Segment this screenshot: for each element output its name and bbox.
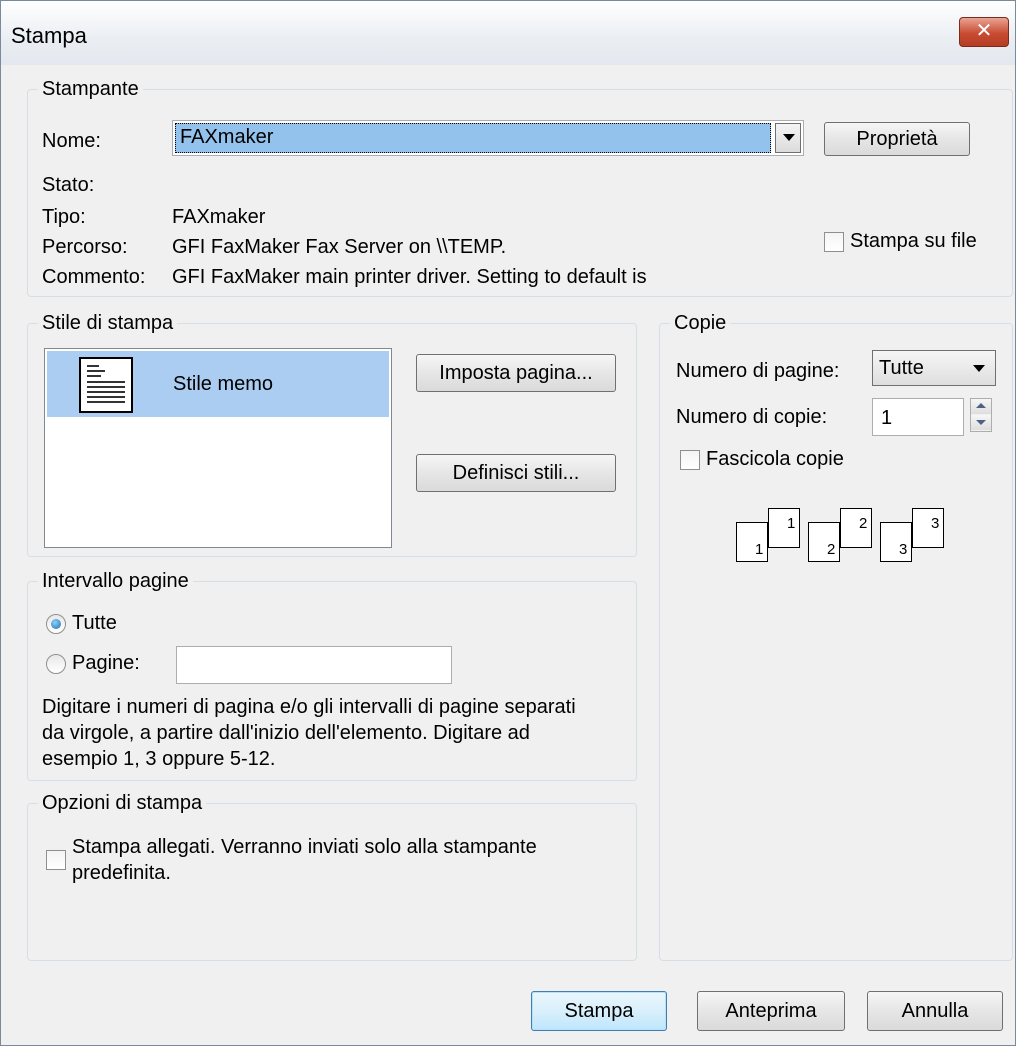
- printer-type-value: FAXmaker: [172, 206, 266, 228]
- copies-spinner[interactable]: [970, 398, 992, 432]
- print-style-list[interactable]: Stile memo: [44, 348, 392, 548]
- collate-page-front-2: 2: [808, 522, 840, 562]
- print-style-legend: Stile di stampa: [38, 311, 178, 335]
- print-attachments-label-line-2[interactable]: predefinita.: [72, 862, 171, 885]
- copies-group: Copie Numero di pagine: Tutte Numero di …: [659, 311, 1013, 961]
- properties-button[interactable]: Proprietà: [824, 122, 970, 156]
- page-range-help-line-3: esempio 1, 3 oppure 5-12.: [42, 748, 276, 770]
- number-of-pages-select[interactable]: Tutte: [872, 350, 996, 386]
- number-of-copies-value: 1: [881, 407, 893, 429]
- print-attachments-checkbox[interactable]: [46, 850, 66, 870]
- number-of-copies-label: Numero di copie:: [676, 406, 828, 428]
- arrow-up-icon: [976, 403, 986, 408]
- collate-page-front-1: 1: [736, 522, 768, 562]
- printer-status-label: Stato:: [42, 174, 95, 196]
- list-item-stile-memo[interactable]: Stile memo: [47, 351, 389, 417]
- collate-checkbox[interactable]: [680, 450, 700, 470]
- printer-type-label: Tipo:: [42, 206, 86, 228]
- close-button[interactable]: ✕: [959, 17, 1009, 47]
- number-of-pages-value: Tutte: [879, 357, 924, 379]
- copies-legend: Copie: [670, 311, 731, 335]
- print-to-file-label[interactable]: Stampa su file: [850, 230, 977, 253]
- preview-button[interactable]: Anteprima: [697, 991, 845, 1031]
- printer-path-value: GFI FaxMaker Fax Server on \\TEMP.: [172, 236, 507, 258]
- printer-group: Stampante Nome: FAXmaker Proprietà Stato…: [27, 77, 1013, 297]
- cancel-button[interactable]: Annulla: [867, 991, 1003, 1031]
- page-range-all-label[interactable]: Tutte: [72, 612, 117, 635]
- chevron-down-icon: [973, 365, 985, 372]
- spinner-down-button[interactable]: [971, 415, 991, 430]
- print-to-file-checkbox[interactable]: [824, 232, 844, 252]
- page-range-pages-radio[interactable]: [46, 654, 66, 674]
- printer-legend: Stampante: [38, 77, 143, 101]
- list-item-label: Stile memo: [173, 373, 274, 395]
- collate-preview: 1 1 2 2 3 3: [736, 508, 956, 578]
- print-button[interactable]: Stampa: [531, 991, 667, 1031]
- collate-label[interactable]: Fascicola copie: [706, 448, 844, 471]
- page-range-input[interactable]: [176, 646, 452, 684]
- chevron-down-icon: [783, 134, 795, 141]
- print-dialog: Stampa ✕ Stampante Nome: FAXmaker Propri…: [0, 0, 1016, 1046]
- collate-page-front-3: 3: [880, 522, 912, 562]
- collate-page-back-3: 3: [912, 508, 944, 548]
- printer-name-value: FAXmaker: [175, 123, 771, 153]
- collate-page-back-1: 1: [768, 508, 800, 548]
- memo-document-icon: [79, 357, 133, 413]
- number-of-copies-input[interactable]: 1: [872, 398, 964, 436]
- printer-name-label: Nome:: [42, 130, 101, 152]
- dialog-content: Stampante Nome: FAXmaker Proprietà Stato…: [1, 65, 1015, 1045]
- close-icon: ✕: [975, 20, 993, 42]
- print-attachments-label-line-1[interactable]: Stampa allegati. Verranno inviati solo a…: [72, 836, 537, 859]
- printer-comment-label: Commento:: [42, 266, 146, 288]
- page-range-help-line-1: Digitare i numeri di pagina e/o gli inte…: [42, 696, 576, 718]
- arrow-down-icon: [976, 420, 986, 425]
- printer-name-select[interactable]: FAXmaker: [172, 120, 804, 156]
- print-style-group: Stile di stampa Stile memo Imposta pagin…: [27, 311, 637, 557]
- radio-selected-dot: [51, 619, 61, 629]
- window-title: Stampa: [11, 23, 87, 48]
- title-bar[interactable]: Stampa ✕: [1, 1, 1015, 65]
- spinner-up-button[interactable]: [971, 399, 991, 414]
- collate-page-back-2: 2: [840, 508, 872, 548]
- printer-name-dropdown-button[interactable]: [775, 123, 801, 153]
- printer-path-label: Percorso:: [42, 236, 128, 258]
- page-range-legend: Intervallo pagine: [38, 569, 193, 593]
- page-range-group: Intervallo pagine Tutte Pagine: Digitare…: [27, 569, 637, 781]
- print-options-group: Opzioni di stampa Stampa allegati. Verra…: [27, 791, 637, 961]
- print-options-legend: Opzioni di stampa: [38, 791, 207, 815]
- printer-comment-value: GFI FaxMaker main printer driver. Settin…: [172, 266, 647, 288]
- define-styles-button[interactable]: Definisci stili...: [416, 454, 616, 492]
- page-range-help-line-2: da virgole, a partire dall'inizio dell'e…: [42, 722, 530, 744]
- page-range-pages-label[interactable]: Pagine:: [72, 652, 140, 675]
- number-of-pages-label: Numero di pagine:: [676, 360, 840, 382]
- page-range-all-radio[interactable]: [46, 614, 66, 634]
- page-setup-button[interactable]: Imposta pagina...: [416, 354, 616, 392]
